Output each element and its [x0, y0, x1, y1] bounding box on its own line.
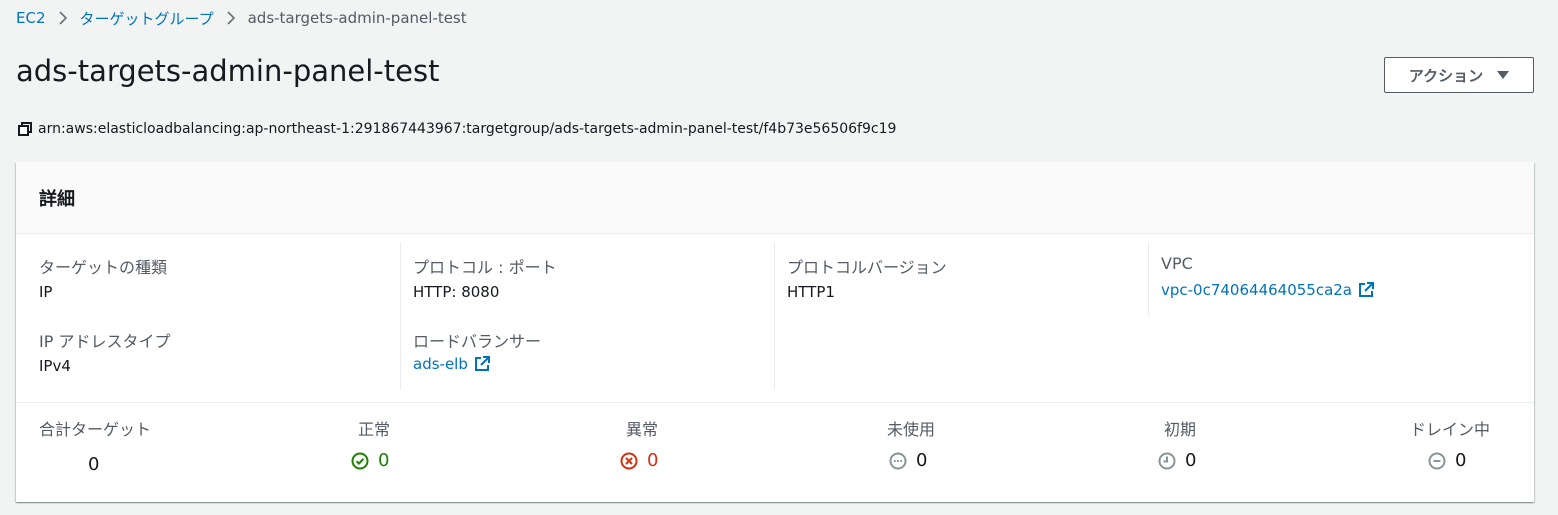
- draining-value-row: 0: [1428, 450, 1466, 471]
- breadcrumb: EC2 ターゲットグループ ads-targets-admin-panel-te…: [16, 8, 467, 28]
- unused-label: 未使用: [887, 420, 936, 439]
- breadcrumb-target-groups-link[interactable]: ターゲットグループ: [80, 8, 214, 29]
- unused-value: 0: [916, 450, 928, 471]
- unused-value-row: 0: [889, 450, 927, 471]
- actions-dropdown-button[interactable]: アクション: [1384, 57, 1534, 93]
- unhealthy-label: 異常: [626, 420, 659, 439]
- chevron-right-icon: [226, 11, 236, 25]
- unhealthy-value-row: 0: [620, 450, 658, 471]
- unhealthy-stat: 異常: [626, 416, 658, 440]
- draining-label: ドレイン中: [1410, 420, 1491, 439]
- initial-value-row: 0: [1158, 450, 1196, 471]
- minus-circle-icon: [1428, 452, 1446, 469]
- ellipsis-circle-icon: [889, 452, 907, 469]
- details-column-2: プロトコル : ポート HTTP: 8080 ロードバランサー ads-elb: [400, 242, 775, 390]
- protocol-version-value: HTTP1: [787, 283, 835, 301]
- external-link-icon: [1359, 282, 1375, 297]
- unhealthy-value: 0: [647, 450, 659, 471]
- details-column-1: ターゲットの種類 IP IP アドレスタイプ IPv4: [16, 242, 400, 390]
- vpc-label: VPC: [1161, 254, 1193, 273]
- details-column-4: VPC vpc-0c74064464055ca2a: [1148, 242, 1534, 316]
- ip-address-type-label: IP アドレスタイプ: [39, 332, 171, 351]
- target-type-label: ターゲットの種類: [39, 258, 168, 277]
- details-card: 詳細 ターゲットの種類 IP IP アドレスタイプ IPv4 プロトコル : ポ…: [16, 162, 1534, 502]
- caret-down-icon: [1497, 66, 1510, 84]
- protocol-version-label: プロトコルバージョン: [787, 258, 947, 277]
- check-circle-icon: [351, 452, 369, 469]
- draining-stat: ドレイン中: [1410, 416, 1490, 440]
- unused-stat: 未使用: [887, 416, 935, 440]
- details-heading: 詳細: [39, 188, 75, 210]
- protocol-port-value: HTTP: 8080: [413, 283, 500, 301]
- breadcrumb-ec2-link[interactable]: EC2: [16, 9, 46, 27]
- details-column-3: プロトコルバージョン HTTP1: [774, 242, 1148, 390]
- target-type-value: IP: [39, 283, 53, 301]
- total-targets-stat: 合計ターゲット: [39, 416, 151, 440]
- healthy-stat: 正常: [358, 416, 390, 440]
- external-link-icon: [474, 356, 490, 371]
- actions-button-label: アクション: [1408, 66, 1484, 85]
- draining-value: 0: [1455, 450, 1467, 471]
- stats-divider: [16, 402, 1534, 403]
- details-card-header: 詳細: [16, 162, 1534, 234]
- healthy-value: 0: [378, 450, 390, 471]
- breadcrumb-current: ads-targets-admin-panel-test: [247, 9, 467, 27]
- x-circle-icon: [620, 452, 638, 469]
- arn-row: arn:aws:elasticloadbalancing:ap-northeas…: [17, 121, 896, 137]
- total-targets-label: 合計ターゲット: [39, 420, 152, 439]
- healthy-value-row: 0: [351, 450, 389, 471]
- total-targets-value: 0: [88, 454, 100, 475]
- chevron-right-icon: [58, 11, 68, 25]
- healthy-label: 正常: [358, 420, 391, 439]
- vpc-link[interactable]: vpc-0c74064464055ca2a: [1161, 281, 1375, 299]
- vpc-link-text: vpc-0c74064464055ca2a: [1161, 281, 1353, 299]
- initial-value: 0: [1185, 450, 1197, 471]
- load-balancer-link-text: ads-elb: [413, 355, 468, 373]
- load-balancer-link[interactable]: ads-elb: [413, 355, 490, 373]
- initial-stat: 初期: [1164, 416, 1196, 440]
- load-balancer-label: ロードバランサー: [413, 332, 542, 351]
- clock-icon: [1158, 452, 1176, 469]
- protocol-port-label: プロトコル : ポート: [413, 258, 557, 277]
- ip-address-type-value: IPv4: [39, 357, 71, 375]
- page-title: ads-targets-admin-panel-test: [16, 54, 440, 88]
- arn-text: arn:aws:elasticloadbalancing:ap-northeas…: [38, 121, 897, 137]
- initial-label: 初期: [1164, 420, 1197, 439]
- copy-icon[interactable]: [17, 121, 33, 137]
